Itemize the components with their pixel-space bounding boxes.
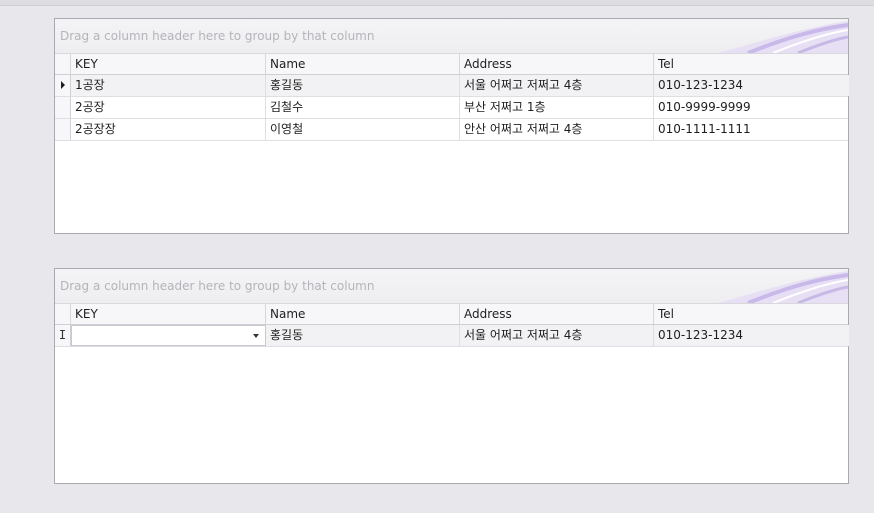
cell-key[interactable]: 2공장장: [71, 119, 266, 140]
data-grid-2[interactable]: Drag a column header here to group by th…: [54, 268, 849, 484]
data-grid-1[interactable]: Drag a column header here to group by th…: [54, 18, 849, 234]
chevron-down-icon[interactable]: [253, 334, 259, 338]
column-header-row: KEY Name Address Tel: [55, 54, 848, 75]
cell-address[interactable]: 서울 어쩌고 저쩌고 4층: [460, 75, 654, 96]
group-by-panel[interactable]: Drag a column header here to group by th…: [55, 19, 848, 54]
table-row[interactable]: I 홍길동 서울 어쩌고 저쩌고 4층 010-123-1234: [55, 325, 849, 347]
cell-key[interactable]: 1공장: [71, 75, 266, 96]
cell-tel[interactable]: 010-123-1234: [654, 75, 849, 96]
column-header-name[interactable]: Name: [266, 54, 460, 74]
column-header-tel[interactable]: Tel: [654, 304, 849, 324]
row-indicator[interactable]: [55, 97, 71, 118]
cell-tel[interactable]: 010-123-1234: [654, 325, 849, 346]
row-indicator[interactable]: [55, 75, 71, 96]
text-cursor-icon: I: [58, 328, 67, 342]
column-header-key[interactable]: KEY: [71, 54, 266, 74]
cell-name[interactable]: 김철수: [266, 97, 460, 118]
column-header-tel[interactable]: Tel: [654, 54, 849, 74]
cell-address[interactable]: 부산 저쩌고 1층: [460, 97, 654, 118]
cell-key[interactable]: 2공장: [71, 97, 266, 118]
cell-tel[interactable]: 010-9999-9999: [654, 97, 849, 118]
row-indicator[interactable]: [55, 119, 71, 140]
row-indicator[interactable]: I: [55, 325, 71, 346]
group-by-panel[interactable]: Drag a column header here to group by th…: [55, 269, 848, 304]
table-row[interactable]: 2공장 김철수 부산 저쩌고 1층 010-9999-9999: [55, 97, 848, 119]
column-header-address[interactable]: Address: [460, 54, 654, 74]
column-header-key[interactable]: KEY: [71, 304, 266, 324]
table-row[interactable]: 1공장 홍길동 서울 어쩌고 저쩌고 4층 010-123-1234: [55, 75, 849, 97]
column-header-row: KEY Name Address Tel: [55, 304, 848, 325]
skin-decoration: [718, 271, 848, 303]
header-indicator-cell: [55, 54, 71, 74]
cell-name[interactable]: 홍길동: [266, 75, 460, 96]
column-header-name[interactable]: Name: [266, 304, 460, 324]
table-row[interactable]: 2공장장 이영철 안산 어쩌고 저쩌고 4층 010-1111-1111: [55, 119, 848, 141]
key-dropdown-editor[interactable]: [71, 325, 266, 346]
header-indicator-cell: [55, 304, 71, 324]
column-header-address[interactable]: Address: [460, 304, 654, 324]
triangle-right-icon: [60, 80, 65, 89]
window-top-edge: [0, 0, 874, 6]
group-panel-hint: Drag a column header here to group by th…: [60, 29, 375, 43]
cell-name[interactable]: 이영철: [266, 119, 460, 140]
cell-name[interactable]: 홍길동: [266, 325, 460, 346]
cell-tel[interactable]: 010-1111-1111: [654, 119, 849, 140]
group-panel-hint: Drag a column header here to group by th…: [60, 279, 375, 293]
skin-decoration: [718, 21, 848, 53]
cell-address[interactable]: 안산 어쩌고 저쩌고 4층: [460, 119, 654, 140]
cell-address[interactable]: 서울 어쩌고 저쩌고 4층: [460, 325, 654, 346]
